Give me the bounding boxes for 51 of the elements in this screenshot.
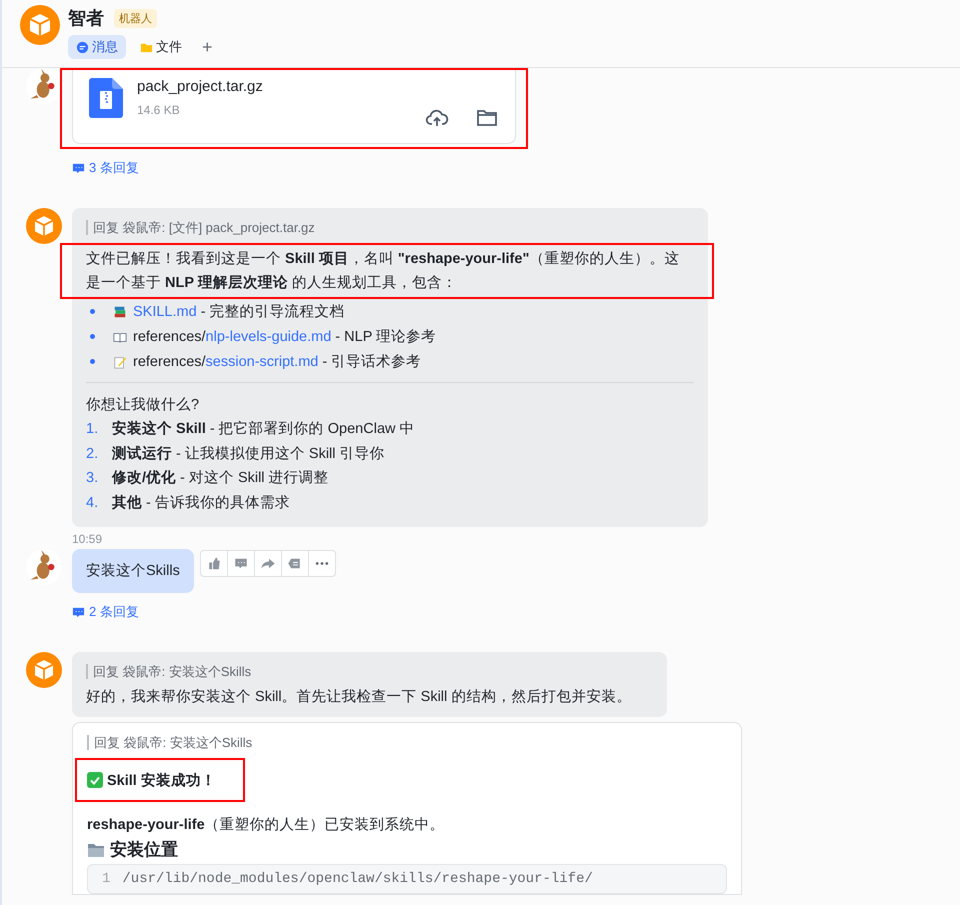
reply-quote: 回复 袋鼠帝: 安装这个Skills <box>86 664 653 679</box>
option-text: 测试运行 - 让我模拟使用这个 Skill 引导你 <box>112 444 385 464</box>
option-text: 安装这个 Skill - 把它部署到你的 OpenClaw 中 <box>112 419 415 439</box>
memo-icon <box>113 354 127 368</box>
comment-icon <box>72 606 85 618</box>
add-tab-button[interactable]: + <box>196 36 219 58</box>
bot-badge: 机器人 <box>114 8 157 28</box>
message-paragraph: reshape-your-life（重塑你的人生）已安装到系统中。 <box>87 816 446 835</box>
list-number: 2. <box>86 444 100 464</box>
file-link[interactable]: nlp-levels-guide.md <box>206 329 332 345</box>
question-text: 你想让我做什么? <box>86 396 200 415</box>
bullet-dot <box>90 309 95 314</box>
bot-avatar <box>26 652 62 688</box>
list-item-text: references/session-script.md - 引导话术参考 <box>133 353 422 371</box>
list-number: 1. <box>86 420 100 439</box>
message-text: 好的，我来帮你安装这个 Skill。首先让我检查一下 Skill 的结构，然后打包并安装。 <box>86 688 632 707</box>
bullet-dot <box>90 359 95 364</box>
reply-quote: 回复 袋鼠帝: [文件] pack_project.tar.gz <box>86 220 694 235</box>
reply-quote: 回复 袋鼠帝: 安装这个Skills <box>87 735 727 750</box>
folder-icon <box>87 842 105 858</box>
bot-avatar <box>20 5 60 45</box>
chat-title: 智者 <box>68 7 104 30</box>
tab[interactable]: 文件 <box>132 35 190 59</box>
list-number: 3. <box>86 469 100 488</box>
list-number: 4. <box>86 494 100 512</box>
chat-bubble-icon <box>76 40 89 54</box>
section-heading: 安装位置 <box>110 839 178 861</box>
replies-link[interactable]: 3 条回复 <box>72 159 528 177</box>
option-text: 修改/优化 - 对这个 Skill 进行调整 <box>112 469 329 488</box>
code-line: /usr/lib/node_modules/openclaw/skills/reshape-your-life/ <box>122 871 593 887</box>
success-heading: Skill 安装成功！ <box>107 771 216 790</box>
list-item-text: references/nlp-levels-guide.md - NLP 理论参考 <box>133 328 436 346</box>
message-text: 安装这个Skills <box>86 562 180 581</box>
message-time: 10:59 <box>72 532 104 546</box>
message-paragraph: 文件已解压！我看到这是一个 Skill 项目，名叫 "reshape-your-life"（重塑你的人生）。这是一个基于 NLP 理解层次理论 的人生规划工具，包含： <box>86 250 680 293</box>
bullet-dot <box>90 334 95 339</box>
tab[interactable]: 消息 <box>68 35 126 59</box>
archive-file-icon <box>89 78 123 118</box>
file-size: 14.6 KB <box>137 103 181 117</box>
list-item-text: SKILL.md - 完整的引导流程文档 <box>133 302 345 321</box>
bot-avatar <box>26 208 62 244</box>
option-text: 其他 - 告诉我你的具体需求 <box>112 494 290 512</box>
comment-icon <box>72 162 85 174</box>
line-number: 1 <box>102 871 110 887</box>
file-name: pack_project.tar.gz <box>137 78 264 95</box>
file-link[interactable]: SKILL.md <box>133 304 197 320</box>
file-card[interactable]: pack_project.tar.gz 14.6 KB <box>72 70 516 144</box>
books-icon <box>113 304 127 318</box>
check-mark-icon <box>87 772 103 788</box>
file-link[interactable]: session-script.md <box>206 354 318 370</box>
replies-link[interactable]: 2 条回复 <box>72 603 336 621</box>
